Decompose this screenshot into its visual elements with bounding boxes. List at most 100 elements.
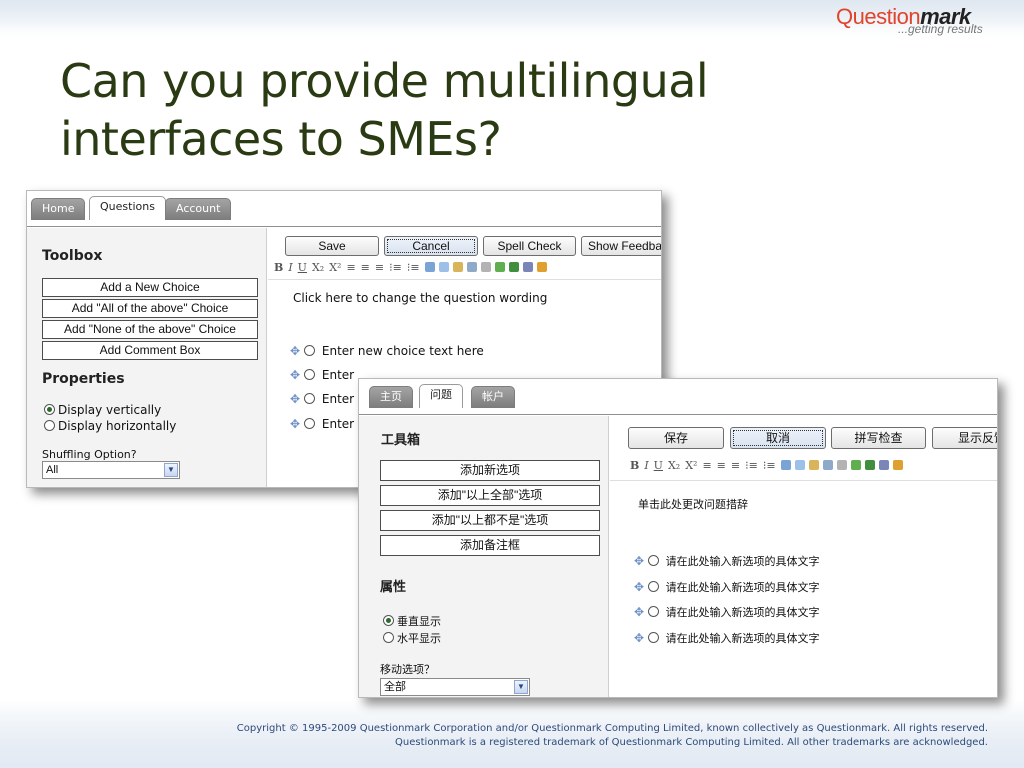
move-handle-icon[interactable]: ✥ bbox=[290, 344, 300, 358]
choice-radio-icon[interactable] bbox=[648, 606, 660, 617]
radio-selected-icon[interactable] bbox=[383, 615, 394, 626]
spell-check-button[interactable]: Spell Check bbox=[483, 236, 576, 256]
display-vertically-option[interactable]: 垂直显示 bbox=[383, 613, 441, 629]
choice-text[interactable]: 请在此处输入新选项的具体文字 bbox=[666, 632, 820, 645]
link-icon[interactable] bbox=[836, 460, 847, 470]
bulleted-list-icon[interactable]: ⁝≡ bbox=[407, 261, 420, 274]
spell-check-button[interactable]: 拼写检查 bbox=[831, 427, 926, 449]
choice-text[interactable]: Enter bbox=[322, 392, 354, 406]
add-all-of-above-button[interactable]: Add "All of the above" Choice bbox=[42, 299, 258, 318]
media-icon[interactable] bbox=[864, 460, 875, 470]
align-center-icon[interactable]: ≡ bbox=[717, 459, 726, 472]
choice-text[interactable]: 请在此处输入新选项的具体文字 bbox=[666, 555, 820, 568]
align-center-icon[interactable]: ≡ bbox=[361, 261, 370, 274]
save-button[interactable]: 保存 bbox=[628, 427, 724, 449]
superscript-icon[interactable]: X² bbox=[329, 261, 341, 274]
radio-unselected-icon[interactable] bbox=[44, 420, 55, 431]
choice-radio-icon[interactable] bbox=[648, 581, 660, 592]
audio-icon[interactable] bbox=[878, 460, 889, 470]
move-handle-icon[interactable]: ✥ bbox=[290, 417, 300, 431]
choice-row[interactable]: ✥ Enter bbox=[290, 417, 354, 431]
choice-radio-icon[interactable] bbox=[648, 555, 660, 566]
save-button[interactable]: Save bbox=[285, 236, 379, 256]
choice-row[interactable]: ✥ Enter bbox=[290, 368, 354, 382]
choice-row[interactable]: ✥ 请在此处输入新选项的具体文字 bbox=[634, 604, 820, 620]
choice-text[interactable]: 请在此处输入新选项的具体文字 bbox=[666, 606, 820, 619]
choice-radio-icon[interactable] bbox=[304, 345, 316, 356]
choice-row[interactable]: ✥ 请在此处输入新选项的具体文字 bbox=[634, 630, 820, 646]
equation-icon[interactable] bbox=[892, 460, 903, 470]
image-icon[interactable] bbox=[850, 460, 861, 470]
align-right-icon[interactable]: ≡ bbox=[375, 261, 384, 274]
align-left-icon[interactable]: ≡ bbox=[702, 459, 711, 472]
display-vertically-option[interactable]: Display vertically bbox=[44, 403, 161, 417]
display-horizontally-option[interactable]: Display horizontally bbox=[44, 419, 176, 433]
choice-row[interactable]: ✥ Enter bbox=[290, 392, 354, 406]
move-handle-icon[interactable]: ✥ bbox=[290, 392, 300, 406]
audio-icon[interactable] bbox=[522, 262, 533, 272]
add-new-choice-button[interactable]: Add a New Choice bbox=[42, 278, 258, 297]
subscript-icon[interactable]: X₂ bbox=[668, 459, 680, 472]
add-comment-box-button[interactable]: Add Comment Box bbox=[42, 341, 258, 360]
move-handle-icon[interactable]: ✥ bbox=[634, 605, 644, 619]
choice-radio-icon[interactable] bbox=[648, 632, 660, 643]
add-none-of-above-button[interactable]: 添加"以上都不是"选项 bbox=[380, 510, 600, 531]
choice-text[interactable]: Enter bbox=[322, 368, 354, 382]
choice-text[interactable]: Enter new choice text here bbox=[322, 344, 484, 358]
question-prompt[interactable]: Click here to change the question wordin… bbox=[293, 291, 547, 305]
equation-icon[interactable] bbox=[536, 262, 547, 272]
italic-icon[interactable]: I bbox=[644, 459, 648, 472]
numbered-list-icon[interactable]: ⁝≡ bbox=[745, 459, 758, 472]
radio-unselected-icon[interactable] bbox=[383, 632, 394, 643]
show-feedback-button[interactable]: 显示反馈 bbox=[932, 427, 997, 449]
question-prompt[interactable]: 单击此处更改问题措辞 bbox=[638, 496, 748, 512]
underline-icon[interactable]: U bbox=[654, 459, 663, 472]
radio-selected-icon[interactable] bbox=[44, 404, 55, 415]
tab-home[interactable]: 主页 bbox=[369, 386, 413, 408]
add-new-choice-button[interactable]: 添加新选项 bbox=[380, 460, 600, 481]
align-right-icon[interactable]: ≡ bbox=[731, 459, 740, 472]
tab-account[interactable]: 帐户 bbox=[471, 386, 515, 408]
copy-icon[interactable] bbox=[794, 460, 805, 470]
tab-home[interactable]: Home bbox=[31, 198, 86, 220]
choice-radio-icon[interactable] bbox=[304, 418, 316, 429]
cut-icon[interactable] bbox=[780, 460, 791, 470]
cancel-button[interactable]: 取消 bbox=[730, 427, 826, 449]
shuffling-option-select[interactable]: 全部 ▼ bbox=[380, 678, 530, 696]
cut-icon[interactable] bbox=[424, 262, 435, 272]
copy-icon[interactable] bbox=[438, 262, 449, 272]
italic-icon[interactable]: I bbox=[288, 261, 292, 274]
move-handle-icon[interactable]: ✥ bbox=[634, 554, 644, 568]
choice-text[interactable]: 请在此处输入新选项的具体文字 bbox=[666, 581, 820, 594]
move-handle-icon[interactable]: ✥ bbox=[290, 368, 300, 382]
move-handle-icon[interactable]: ✥ bbox=[634, 631, 644, 645]
bulleted-list-icon[interactable]: ⁝≡ bbox=[763, 459, 776, 472]
tab-questions[interactable]: 问题 bbox=[419, 384, 463, 408]
cancel-button[interactable]: Cancel bbox=[384, 236, 478, 256]
special-character-icon[interactable] bbox=[822, 460, 833, 470]
underline-icon[interactable]: U bbox=[298, 261, 307, 274]
shuffling-option-select[interactable]: All ▼ bbox=[42, 461, 180, 479]
choice-row[interactable]: ✥ 请在此处输入新选项的具体文字 bbox=[634, 553, 820, 569]
tab-questions[interactable]: Questions bbox=[89, 196, 166, 220]
media-icon[interactable] bbox=[508, 262, 519, 272]
add-comment-box-button[interactable]: 添加备注框 bbox=[380, 535, 600, 556]
display-horizontally-option[interactable]: 水平显示 bbox=[383, 630, 441, 646]
align-left-icon[interactable]: ≡ bbox=[346, 261, 355, 274]
add-none-of-above-button[interactable]: Add "None of the above" Choice bbox=[42, 320, 258, 339]
bold-icon[interactable]: B bbox=[630, 459, 639, 472]
add-all-of-above-button[interactable]: 添加"以上全部"选项 bbox=[380, 485, 600, 506]
choice-text[interactable]: Enter bbox=[322, 417, 354, 431]
paste-icon[interactable] bbox=[452, 262, 463, 272]
show-feedback-button[interactable]: Show Feedback bbox=[581, 236, 661, 256]
choice-row[interactable]: ✥ 请在此处输入新选项的具体文字 bbox=[634, 579, 820, 595]
numbered-list-icon[interactable]: ⁝≡ bbox=[389, 261, 402, 274]
chevron-down-icon[interactable]: ▼ bbox=[164, 463, 178, 477]
choice-row[interactable]: ✥ Enter new choice text here bbox=[290, 344, 484, 358]
subscript-icon[interactable]: X₂ bbox=[312, 261, 324, 274]
superscript-icon[interactable]: X² bbox=[685, 459, 697, 472]
chevron-down-icon[interactable]: ▼ bbox=[514, 680, 528, 694]
image-icon[interactable] bbox=[494, 262, 505, 272]
choice-radio-icon[interactable] bbox=[304, 393, 316, 404]
choice-radio-icon[interactable] bbox=[304, 369, 316, 380]
